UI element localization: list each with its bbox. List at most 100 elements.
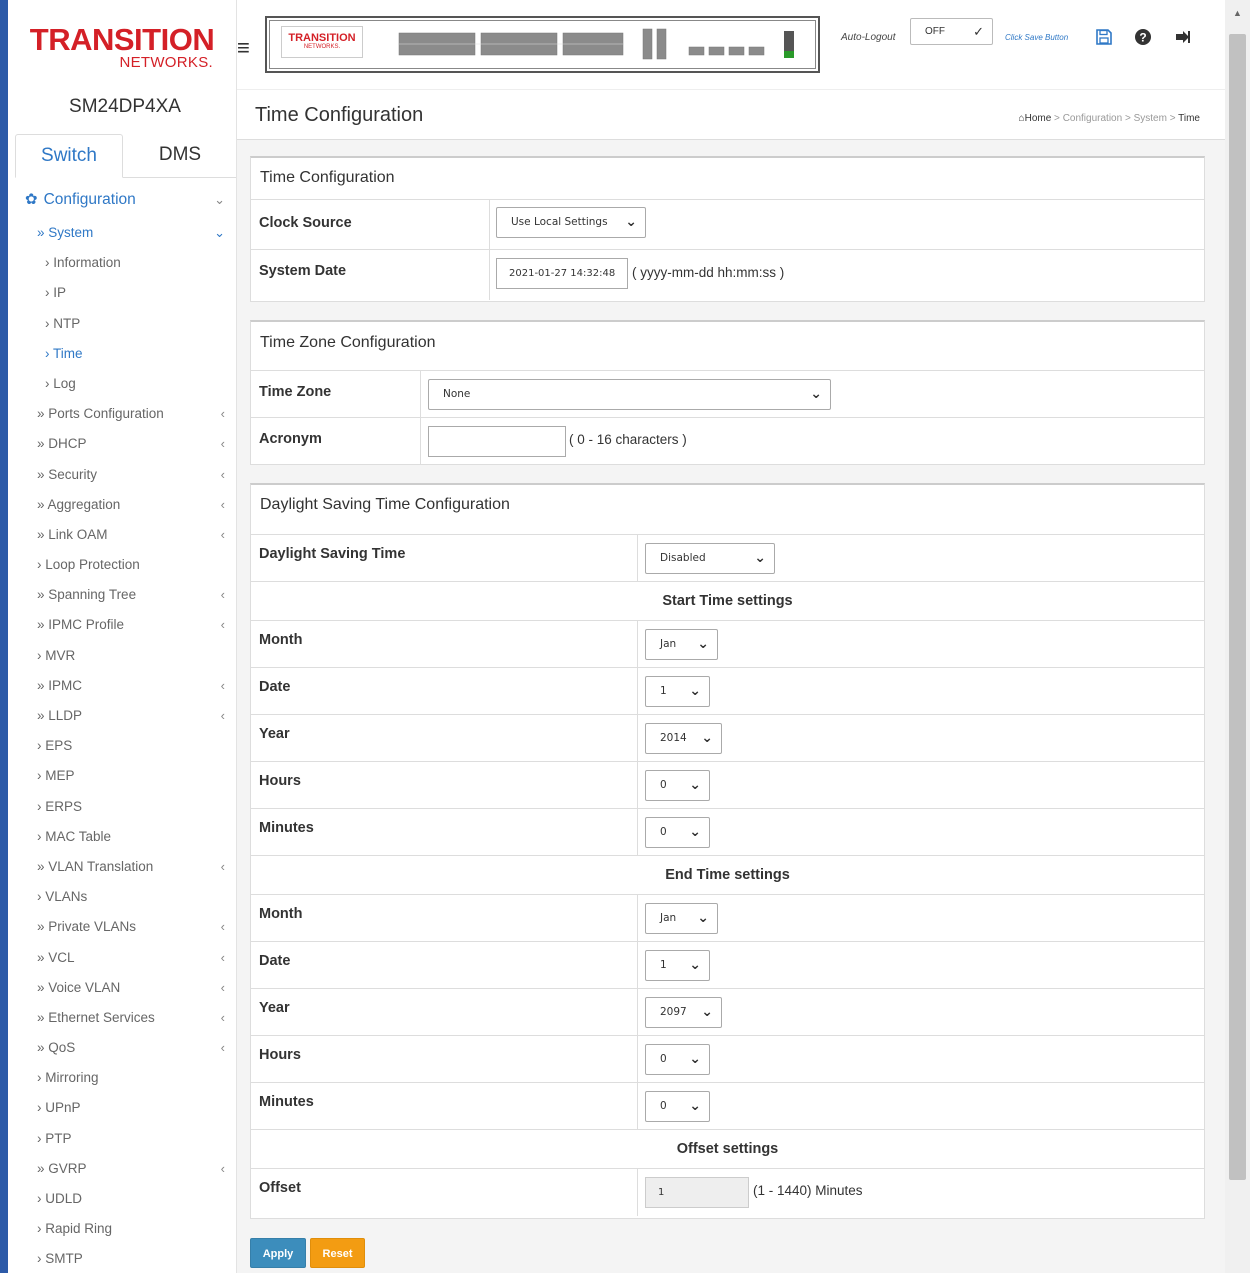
sidebar-item[interactable]: › Mirroring bbox=[15, 1063, 236, 1093]
tab-dms[interactable]: DMS bbox=[123, 134, 236, 178]
clock-source-row: Clock Source Use Local Settings ⌄ bbox=[251, 200, 1204, 250]
sidebar-item[interactable]: » Spanning Tree ‹ bbox=[15, 580, 236, 610]
gear-icon: ✿ bbox=[25, 191, 38, 208]
acronym-label: Acronym bbox=[259, 431, 322, 447]
system-date-input[interactable]: 2021-01-27 14:32:48 bbox=[496, 258, 628, 289]
chevron-down-icon: ⌄ bbox=[689, 1098, 701, 1114]
sidebar-item[interactable]: » LLDP ‹ bbox=[15, 701, 236, 731]
tab-switch[interactable]: Switch bbox=[15, 134, 123, 178]
sidebar-item[interactable]: › MAC Table bbox=[15, 822, 236, 852]
time-zone-select[interactable]: None ⌄ bbox=[428, 379, 831, 410]
port-29-link-led bbox=[784, 51, 794, 58]
brand-logo: TRANSITION NETWORKS. bbox=[17, 8, 227, 86]
reset-button[interactable]: Reset bbox=[310, 1238, 365, 1268]
sidebar-item[interactable]: » IPMC Profile ‹ bbox=[15, 610, 236, 640]
nav-list: » Ports Configuration ‹ » DHCP ‹ » Security ‹… bbox=[15, 399, 236, 1273]
end-minutes-select[interactable]: 0 ⌄ bbox=[645, 1091, 710, 1122]
sidebar-item[interactable]: › Rapid Ring bbox=[15, 1214, 236, 1244]
logout-icon[interactable] bbox=[1174, 28, 1192, 51]
sidebar-item-label: » VLAN Translation bbox=[37, 858, 154, 874]
acronym-input[interactable] bbox=[428, 426, 566, 457]
start-time-heading: Start Time settings bbox=[251, 582, 1204, 621]
sidebar-item-label: » GVRP bbox=[37, 1160, 87, 1176]
sidebar-item[interactable]: » Private VLANs ‹ bbox=[15, 912, 236, 942]
end-date-select[interactable]: 1 ⌄ bbox=[645, 950, 710, 981]
breadcrumb-separator: > bbox=[1051, 113, 1063, 124]
nav-configuration[interactable]: ✿ Configuration ⌄ bbox=[15, 184, 236, 218]
start-hours-value: 0 bbox=[660, 779, 667, 791]
sidebar-item[interactable]: » Ethernet Services ‹ bbox=[15, 1003, 236, 1033]
sidebar-item[interactable]: › ERPS bbox=[15, 792, 236, 822]
start-hours-select[interactable]: 0 ⌄ bbox=[645, 770, 710, 801]
breadcrumb-system[interactable]: System bbox=[1134, 113, 1167, 124]
sidebar-item[interactable]: » Link OAM ‹ bbox=[15, 520, 236, 550]
sidebar-item-label: » Link OAM bbox=[37, 526, 108, 542]
device-model: SM24DP4XA bbox=[69, 96, 181, 117]
sidebar-item[interactable]: » Aggregation ‹ bbox=[15, 490, 236, 520]
start-month-select[interactable]: Jan ⌄ bbox=[645, 629, 718, 660]
sidebar-item-label: » Voice VLAN bbox=[37, 979, 121, 995]
sidebar-item[interactable]: › MEP bbox=[15, 761, 236, 791]
row-divider bbox=[637, 668, 638, 714]
breadcrumb-separator: > bbox=[1166, 113, 1179, 124]
offset-input[interactable]: 1 bbox=[645, 1177, 749, 1208]
sidebar-item[interactable]: » IPMC ‹ bbox=[15, 671, 236, 701]
end-month-select[interactable]: Jan ⌄ bbox=[645, 903, 718, 934]
page-title: Time Configuration bbox=[255, 104, 424, 126]
sidebar-item[interactable]: › UPnP bbox=[15, 1093, 236, 1123]
scrollbar[interactable]: ▲ bbox=[1225, 0, 1250, 1273]
sidebar-item[interactable]: › Loop Protection bbox=[15, 550, 236, 580]
sidebar-item[interactable]: › MVR bbox=[15, 641, 236, 671]
port-26 bbox=[708, 46, 725, 56]
end-hours-select[interactable]: 0 ⌄ bbox=[645, 1044, 710, 1075]
chevron-left-icon: ‹ bbox=[220, 436, 225, 452]
save-hint-link[interactable]: Click Save Button bbox=[1005, 33, 1068, 42]
clock-source-select[interactable]: Use Local Settings ⌄ bbox=[496, 207, 646, 238]
sidebar-item-label: » IPMC Profile bbox=[37, 617, 125, 633]
dst-row: Daylight Saving Time Disabled ⌄ bbox=[251, 535, 1204, 582]
dst-select[interactable]: Disabled ⌄ bbox=[645, 543, 775, 574]
auto-logout-select[interactable]: OFF ✓ bbox=[910, 18, 993, 45]
end-year-select[interactable]: 2097 ⌄ bbox=[645, 997, 722, 1028]
start-minutes-select[interactable]: 0 ⌄ bbox=[645, 817, 710, 848]
nav-log[interactable]: › Log bbox=[15, 369, 236, 399]
breadcrumb-home[interactable]: Home bbox=[1025, 113, 1052, 124]
time-zone-label: Time Zone bbox=[259, 384, 332, 400]
start-date-select[interactable]: 1 ⌄ bbox=[645, 676, 710, 707]
apply-button[interactable]: Apply bbox=[250, 1238, 306, 1268]
hamburger-menu-icon[interactable]: ≡ bbox=[237, 37, 257, 59]
nav-information[interactable]: › Information bbox=[15, 248, 236, 278]
sidebar-item[interactable]: » VLAN Translation ‹ bbox=[15, 852, 236, 882]
nav-system[interactable]: » System ⌄ bbox=[15, 218, 236, 248]
help-icon[interactable]: ? bbox=[1134, 28, 1152, 51]
end-hours-label: Hours bbox=[259, 1047, 301, 1063]
time-zone-title: Time Zone Configuration bbox=[251, 322, 1204, 371]
port-27 bbox=[728, 46, 745, 56]
dst-title: Daylight Saving Time Configuration bbox=[251, 485, 1204, 535]
breadcrumb-configuration[interactable]: Configuration bbox=[1063, 113, 1122, 124]
sidebar-item[interactable]: › PTP bbox=[15, 1124, 236, 1154]
nav-time[interactable]: › Time bbox=[15, 339, 236, 369]
save-icon[interactable] bbox=[1095, 28, 1113, 51]
sidebar-item[interactable]: » GVRP ‹ bbox=[15, 1154, 236, 1184]
scroll-up-arrow-icon[interactable]: ▲ bbox=[1225, 8, 1250, 18]
sidebar-item[interactable]: » Security ‹ bbox=[15, 460, 236, 490]
sidebar-item[interactable]: › SMTP bbox=[15, 1244, 236, 1273]
end-year-value: 2097 bbox=[660, 1006, 687, 1018]
sidebar-item[interactable]: » Voice VLAN ‹ bbox=[15, 973, 236, 1003]
sidebar-item[interactable]: › VLANs bbox=[15, 882, 236, 912]
sidebar-item[interactable]: › UDLD bbox=[15, 1184, 236, 1214]
sidebar-item-label: » Aggregation bbox=[37, 496, 121, 512]
scrollbar-thumb[interactable] bbox=[1229, 34, 1246, 1180]
sidebar-item[interactable]: » VCL ‹ bbox=[15, 943, 236, 973]
end-hours-row: Hours 0 ⌄ bbox=[251, 1036, 1204, 1083]
sidebar-item[interactable]: › EPS bbox=[15, 731, 236, 761]
end-date-value: 1 bbox=[660, 959, 667, 971]
sidebar-item[interactable]: » DHCP ‹ bbox=[15, 429, 236, 459]
nav-ip[interactable]: › IP bbox=[15, 278, 236, 308]
sidebar-item[interactable]: » QoS ‹ bbox=[15, 1033, 236, 1063]
sidebar-item[interactable]: » Ports Configuration ‹ bbox=[15, 399, 236, 429]
start-year-select[interactable]: 2014 ⌄ bbox=[645, 723, 722, 754]
nav-ntp[interactable]: › NTP bbox=[15, 309, 236, 339]
end-time-heading: End Time settings bbox=[251, 856, 1204, 895]
